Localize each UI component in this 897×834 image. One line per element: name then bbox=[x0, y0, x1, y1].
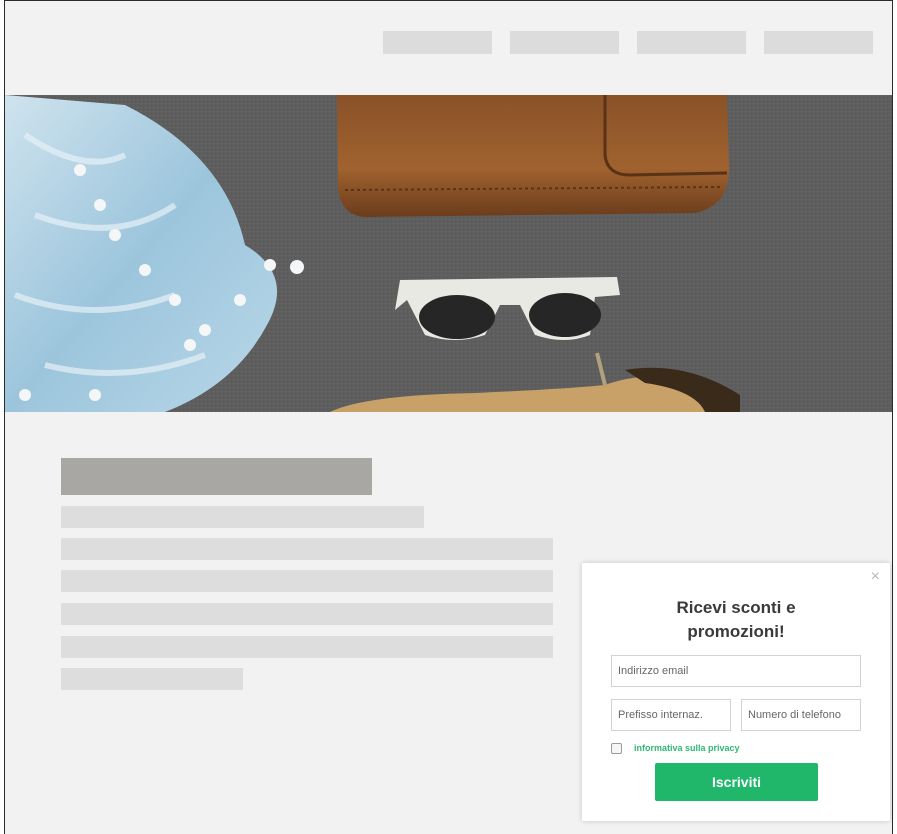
phone-prefix-field[interactable] bbox=[611, 699, 731, 731]
privacy-row: informativa sulla privacy bbox=[611, 741, 740, 755]
content-title-placeholder bbox=[61, 458, 372, 495]
popup-title-line-1: Ricevi sconti e bbox=[676, 598, 796, 617]
content-line-placeholder-4 bbox=[61, 636, 553, 658]
nav-item-placeholder-4[interactable] bbox=[764, 31, 873, 54]
email-field[interactable] bbox=[611, 655, 861, 687]
content-line-placeholder-3 bbox=[61, 603, 553, 625]
content-subtitle-placeholder bbox=[61, 506, 424, 528]
hero-image bbox=[5, 95, 892, 412]
subscribe-button[interactable]: Iscriviti bbox=[655, 763, 818, 801]
newsletter-popup: × Ricevi sconti e promozioni! informativ… bbox=[582, 563, 890, 821]
popup-title-line-2: promozioni! bbox=[687, 622, 785, 641]
phone-number-field[interactable] bbox=[741, 699, 861, 731]
privacy-link[interactable]: informativa sulla privacy bbox=[634, 743, 740, 753]
close-icon[interactable]: × bbox=[871, 569, 880, 585]
popup-title: Ricevi sconti e promozioni! bbox=[582, 596, 890, 644]
content-line-placeholder-1 bbox=[61, 538, 553, 560]
nav-item-placeholder-1[interactable] bbox=[383, 31, 492, 54]
hero-illustration bbox=[5, 95, 892, 412]
privacy-checkbox[interactable] bbox=[611, 742, 622, 754]
nav-item-placeholder-2[interactable] bbox=[510, 31, 619, 54]
content-line-placeholder-5 bbox=[61, 668, 243, 690]
nav-item-placeholder-3[interactable] bbox=[637, 31, 746, 54]
content-line-placeholder-2 bbox=[61, 570, 553, 592]
